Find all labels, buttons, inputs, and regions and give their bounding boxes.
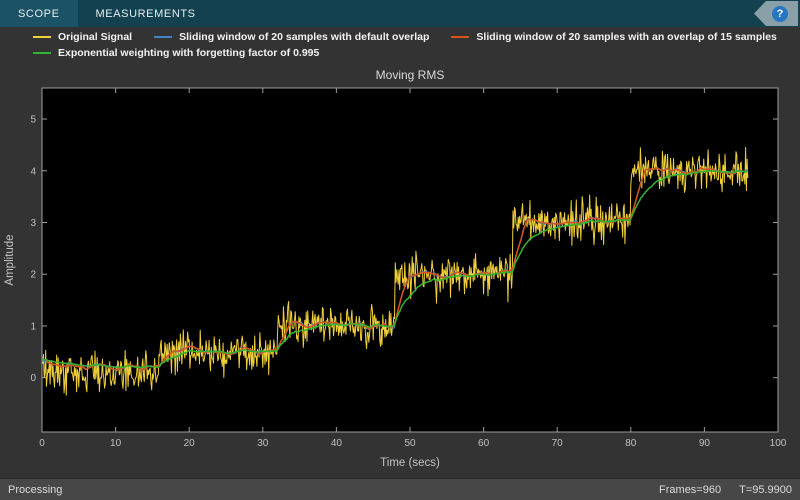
y-axis-label: Amplitude: [4, 234, 16, 285]
legend-swatch-blue: [154, 36, 172, 38]
status-time: T=95.9900: [739, 484, 792, 496]
x-axis-label: Time (secs): [380, 457, 440, 469]
legend-item-original-signal[interactable]: Original Signal: [33, 31, 132, 43]
x-tick-label: 90: [699, 438, 711, 449]
x-tick-label: 30: [257, 438, 269, 449]
legend-swatch-yellow: [33, 36, 51, 38]
y-tick-label: 0: [30, 373, 36, 384]
y-tick-label: 5: [30, 115, 36, 126]
toolstrip: SCOPE MEASUREMENTS ?: [0, 0, 800, 27]
x-tick-label: 50: [404, 438, 416, 449]
x-tick-label: 0: [39, 438, 45, 449]
x-tick-label: 70: [552, 438, 564, 449]
y-tick-label: 3: [30, 218, 36, 229]
status-processing: Processing: [8, 484, 62, 496]
legend-item-sliding-default[interactable]: Sliding window of 20 samples with defaul…: [154, 31, 429, 43]
legend: Original Signal Sliding window of 20 sam…: [33, 31, 793, 59]
legend-label: Sliding window of 20 samples with an ove…: [476, 31, 777, 43]
x-tick-label: 100: [770, 438, 787, 449]
legend-item-exponential[interactable]: Exponential weighting with forgetting fa…: [33, 47, 319, 59]
legend-item-sliding-overlap15[interactable]: Sliding window of 20 samples with an ove…: [451, 31, 777, 43]
legend-label: Exponential weighting with forgetting fa…: [58, 47, 319, 59]
legend-label: Original Signal: [58, 31, 132, 43]
tab-measurements[interactable]: MEASUREMENTS: [78, 0, 214, 27]
status-bar: Processing Frames=960 T=95.9900: [0, 478, 800, 500]
y-tick-label: 2: [30, 270, 36, 281]
chart-title: Moving RMS: [376, 68, 445, 82]
x-tick-label: 80: [625, 438, 637, 449]
legend-swatch-green: [33, 52, 51, 54]
toolstrip-arrow: ?: [754, 1, 798, 26]
x-tick-label: 10: [110, 438, 122, 449]
plot-area[interactable]: Moving RMSTime (secs)Amplitude0102030405…: [0, 66, 800, 478]
y-tick-label: 4: [30, 166, 36, 177]
legend-label: Sliding window of 20 samples with defaul…: [179, 31, 429, 43]
status-frames: Frames=960: [659, 484, 721, 496]
tab-scope[interactable]: SCOPE: [0, 0, 78, 27]
legend-swatch-orange: [451, 36, 469, 38]
x-tick-label: 20: [184, 438, 196, 449]
help-button[interactable]: ?: [772, 6, 788, 22]
y-tick-label: 1: [30, 321, 36, 332]
x-tick-label: 40: [331, 438, 343, 449]
x-tick-label: 60: [478, 438, 490, 449]
